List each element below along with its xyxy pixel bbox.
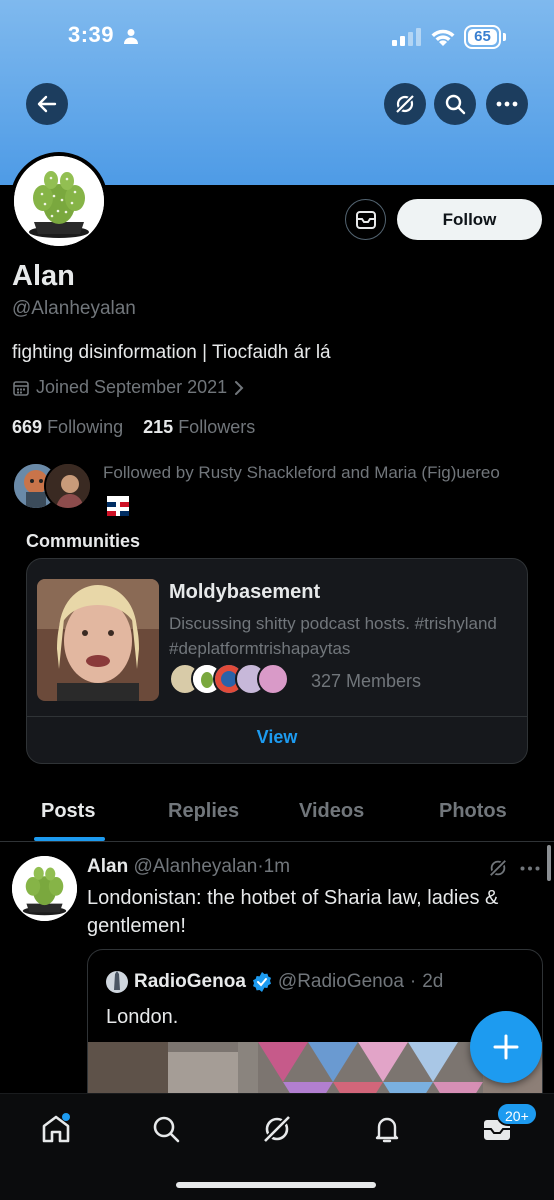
- grok-post-icon[interactable]: [488, 858, 508, 878]
- follow-stats: 669 Following 215 Followers: [12, 417, 255, 438]
- grok-icon: [262, 1114, 292, 1144]
- verified-badge-icon: [252, 972, 271, 992]
- message-button[interactable]: [345, 199, 386, 240]
- followers-label: Followers: [178, 417, 256, 437]
- joined-text: Joined September 2021: [36, 377, 228, 397]
- grok-icon: [395, 94, 415, 114]
- post-more-icon[interactable]: [520, 866, 540, 871]
- more-dots-icon: [496, 101, 518, 107]
- envelope-icon: [355, 210, 376, 229]
- back-arrow-icon: [37, 95, 57, 113]
- community-title: Moldybasement: [169, 581, 321, 603]
- home-icon: [42, 1113, 70, 1143]
- followers-count: 215: [143, 417, 174, 437]
- wifi-icon: [431, 29, 455, 46]
- post-time: 1m: [263, 856, 291, 877]
- follow-button[interactable]: Follow: [397, 199, 542, 240]
- post-author-avatar[interactable]: [12, 856, 77, 921]
- tab-photos[interactable]: Photos: [439, 800, 507, 823]
- quoted-author-name[interactable]: RadioGenoa: [134, 971, 246, 993]
- search-icon: [153, 1116, 180, 1143]
- compose-post-button[interactable]: [470, 1011, 542, 1083]
- messages-badge: 20+: [496, 1102, 538, 1126]
- notifications-icon: [375, 1117, 399, 1143]
- battery-indicator: 65: [464, 25, 506, 49]
- plus-icon: [493, 1034, 519, 1060]
- quoted-post-text: London.: [106, 1006, 179, 1028]
- quoted-separator: ·: [409, 971, 417, 992]
- profile-name: Alan: [12, 260, 75, 292]
- view-community-button[interactable]: View: [27, 727, 527, 748]
- search-button[interactable]: [434, 83, 476, 125]
- grok-button[interactable]: [384, 83, 426, 125]
- tab-posts[interactable]: Posts: [41, 800, 95, 823]
- community-members: 327 Members: [311, 671, 422, 691]
- followers-link[interactable]: 215 Followers: [143, 417, 255, 437]
- quoted-post-header: RadioGenoa @RadioGenoa · 2d: [106, 971, 443, 993]
- nav-notifications[interactable]: [370, 1112, 404, 1146]
- search-icon: [445, 94, 466, 115]
- following-label: Following: [47, 417, 124, 437]
- cactus-avatar-image: [14, 156, 104, 246]
- status-bar: 3:39 65: [0, 0, 554, 74]
- community-image: [37, 579, 159, 701]
- active-tab-indicator: [34, 837, 105, 841]
- quoted-author-avatar[interactable]: [106, 971, 128, 993]
- tab-replies[interactable]: Replies: [168, 800, 239, 823]
- home-indicator: [176, 1182, 376, 1188]
- profile-bio: fighting disinformation | Tiocfaidh ár l…: [12, 342, 331, 363]
- profile-tabs: Posts Replies Videos Photos: [0, 790, 554, 842]
- nav-home[interactable]: [39, 1112, 73, 1146]
- profile-handle: @Alanheyalan: [12, 298, 136, 319]
- quoted-author-handle[interactable]: @RadioGenoa: [278, 971, 404, 993]
- community-card[interactable]: Moldybasement Discussing shitty podcast …: [26, 558, 528, 764]
- post-header: Alan @Alanheyalan·1m: [87, 856, 290, 878]
- profile-screen: 3:39 65 Follow Alan @Alanheyalan fightin…: [0, 0, 554, 1200]
- follower-avatar-2-image: [46, 464, 90, 508]
- battery-level: 65: [468, 29, 497, 45]
- card-divider: [27, 716, 527, 717]
- person-icon: [124, 29, 138, 44]
- scrollbar[interactable]: [547, 845, 551, 881]
- post-author-handle[interactable]: @Alanheyalan: [133, 856, 257, 877]
- communities-heading: Communities: [26, 531, 141, 551]
- member-avatar-5: [257, 663, 289, 695]
- follower-avatar-2[interactable]: [44, 462, 92, 510]
- followed-by-text[interactable]: Followed by Rusty Shackleford and Maria …: [103, 458, 503, 516]
- profile-avatar[interactable]: [10, 152, 108, 250]
- tab-videos[interactable]: Videos: [299, 800, 364, 823]
- status-time: 3:39: [68, 22, 115, 47]
- following-link[interactable]: 669 Following: [12, 417, 123, 437]
- community-description: Discussing shitty podcast hosts. #trishy…: [169, 614, 497, 658]
- nav-grok[interactable]: [260, 1112, 294, 1146]
- joined-date[interactable]: Joined September 2021: [12, 377, 245, 398]
- post-text: Londonistan: the hotbet of Sharia law, l…: [87, 887, 499, 937]
- dominican-flag-icon: [107, 495, 129, 516]
- calendar-icon: [13, 380, 29, 396]
- back-button[interactable]: [26, 83, 68, 125]
- following-count: 669: [12, 417, 43, 437]
- more-options-button[interactable]: [486, 83, 528, 125]
- nav-search[interactable]: [149, 1112, 183, 1146]
- post-author-name[interactable]: Alan: [87, 856, 128, 877]
- quoted-post-time: 2d: [422, 971, 444, 992]
- cellular-signal-icon: [392, 28, 421, 46]
- chevron-right-icon: [235, 380, 244, 395]
